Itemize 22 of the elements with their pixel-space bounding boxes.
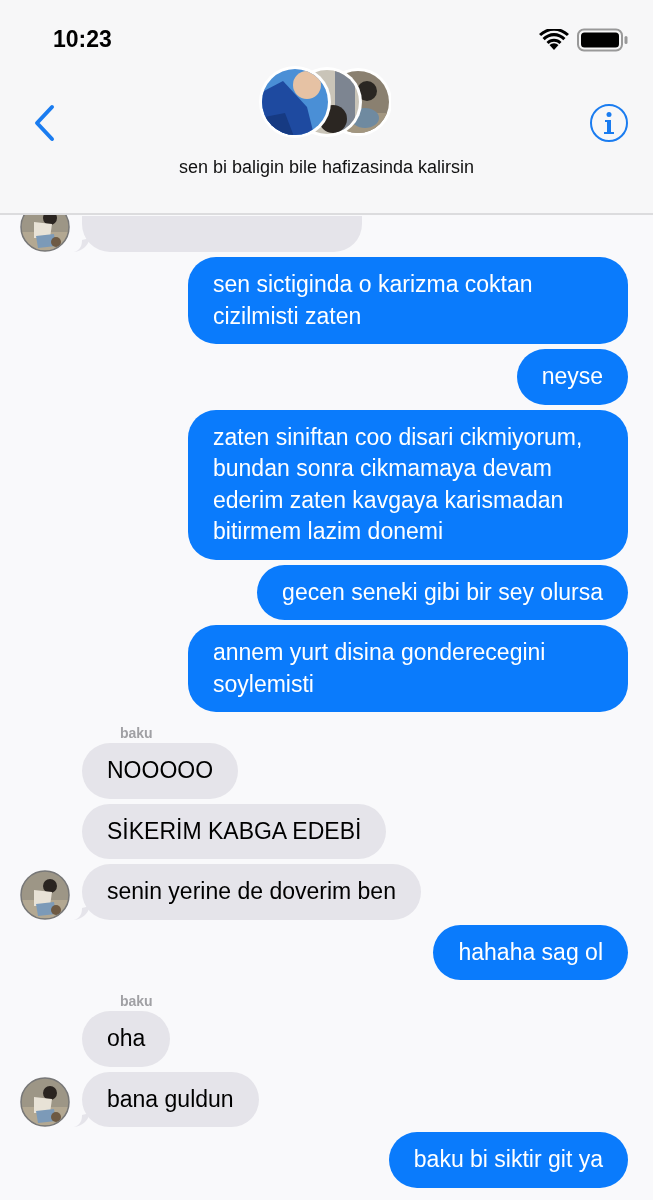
message-bubble: baku bi siktir git ya — [388, 1132, 628, 1188]
back-chevron-icon — [32, 104, 56, 142]
message-bubble: bana guldun — [82, 1071, 259, 1127]
message-bubble: oha — [82, 1011, 171, 1067]
message-bubble: annem yurt disina gonderecegini soylemisti — [188, 625, 628, 712]
info-icon — [589, 103, 629, 143]
message-bubble: neyse — [516, 349, 628, 405]
info-button[interactable] — [589, 103, 629, 143]
conversation-title: sen bi baligin bile hafizasinda kalirsin — [177, 157, 476, 178]
status-time: 10:23 — [53, 26, 112, 53]
message-bubble: sen sictiginda o karizma coktan cizilmisti zaten — [188, 257, 628, 344]
message-bubble: SİKERİM KABGA EDEBİ — [82, 803, 387, 859]
sender-name: baku — [120, 993, 154, 1009]
wifi-icon — [539, 28, 569, 51]
sender-name: baku — [120, 725, 154, 741]
message-bubble: senin yerine de doverim ben — [82, 864, 421, 920]
message-bubble: zaten siniftan coo disari cikmiyorum, bundan sonra cikmamaya devam ederim zaten kavgaya karismadan bitirmem lazim donemi — [188, 409, 628, 560]
battery-icon — [577, 27, 629, 52]
message-bubble: hahaha sag ol — [433, 924, 628, 980]
message-bubble: NOOOOO — [82, 743, 239, 799]
back-button[interactable] — [32, 104, 56, 142]
message-bubble: gecen seneki gibi bir sey olursa — [257, 564, 628, 620]
